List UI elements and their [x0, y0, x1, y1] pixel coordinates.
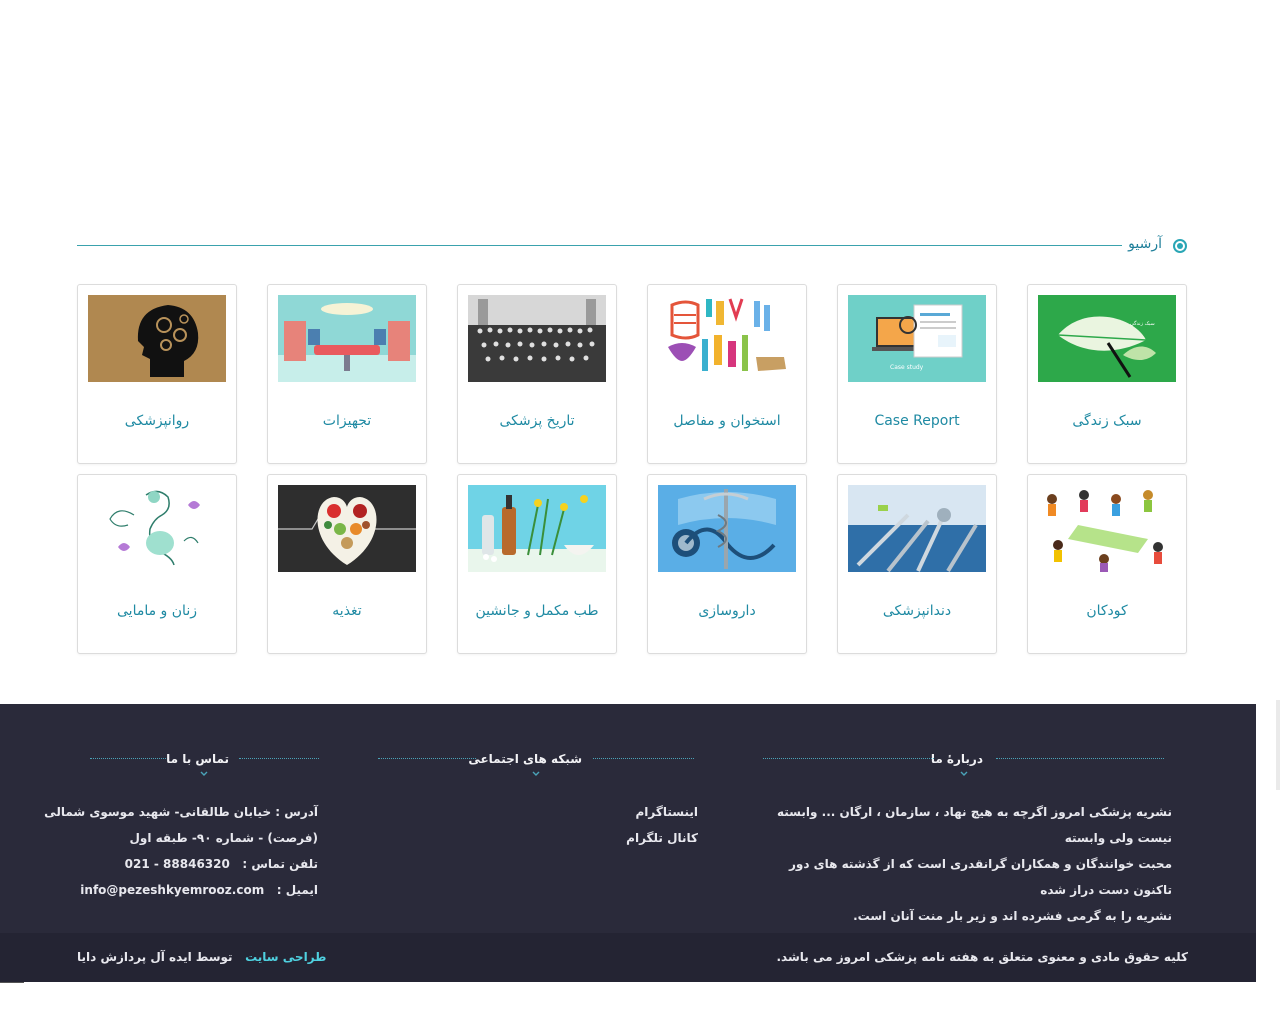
archive-header: آرشیو: [77, 232, 1188, 260]
about-heading-line-right: [996, 758, 1164, 759]
category-label[interactable]: تاریخ پزشکی: [458, 413, 616, 429]
category-card-case-report[interactable]: Case study Case Report: [837, 284, 997, 464]
site-design-link[interactable]: طراحی سایت: [245, 950, 326, 964]
telegram-link[interactable]: کانال تلگرام: [626, 825, 698, 851]
footer-bottom-bar: کلیه حقوق مادی و معنوی متعلق به هفته نام…: [0, 933, 1256, 982]
pregnant-woman-thumbnail[interactable]: [88, 485, 226, 572]
category-card-psychiatry[interactable]: روانپزشکی: [77, 284, 237, 464]
page-edge-line: [0, 982, 24, 983]
contact-heading: تماس با ما: [166, 752, 229, 766]
contact-heading-line: [90, 758, 166, 759]
chevron-down-icon: [200, 771, 208, 776]
category-label[interactable]: تغذیه: [268, 603, 426, 619]
category-label[interactable]: داروسازی: [648, 603, 806, 619]
category-card-lifestyle[interactable]: سبک زندگی سبک زندگی: [1027, 284, 1187, 464]
category-card-complementary-medicine[interactable]: طب مکمل و جانشین: [457, 474, 617, 654]
about-line: نشریه را به گرمی فشرده اند و زیر بار منت…: [853, 909, 1172, 923]
category-label[interactable]: سبک زندگی: [1028, 413, 1186, 429]
address-line: (فرصت) - شماره ۹۰- طبقه اول: [129, 831, 318, 845]
category-label[interactable]: زنان و مامایی: [78, 603, 236, 619]
heart-vegetables-thumbnail[interactable]: [278, 485, 416, 572]
operating-room-thumbnail[interactable]: [278, 295, 416, 382]
category-card-bones[interactable]: استخوان و مفاصل: [647, 284, 807, 464]
category-label[interactable]: روانپزشکی: [78, 413, 236, 429]
herbal-medicine-thumbnail[interactable]: [468, 485, 606, 572]
site-footer: دربارهٔ ما نشریه پزشکی امروز اگرچه به هی…: [0, 704, 1256, 933]
chevron-down-icon: [532, 771, 540, 776]
about-line: نشریه پزشکی امروز اگرچه به هیچ نهاد ، سا…: [777, 805, 1172, 845]
address-line: آدرس : خیابان طالقانی- شهید موسوی شمالی: [44, 805, 318, 819]
social-heading: شبکه های اجتماعی: [468, 752, 582, 766]
category-card-children[interactable]: کودکان: [1027, 474, 1187, 654]
case-study-thumbnail[interactable]: Case study: [848, 295, 986, 382]
category-label[interactable]: دندانپزشکی: [838, 603, 996, 619]
archive-divider: [77, 245, 1122, 246]
bones-thumbnail[interactable]: [658, 295, 796, 382]
target-circle-icon: [1173, 239, 1187, 253]
contact-details: آدرس : خیابان طالقانی- شهید موسوی شمالی …: [44, 799, 318, 903]
category-label[interactable]: طب مکمل و جانشین: [458, 603, 616, 619]
phone-row: تلفن تماس : 021 - 88846320: [44, 851, 318, 877]
gear-head-thumbnail[interactable]: [88, 295, 226, 382]
category-label[interactable]: Case Report: [838, 413, 996, 429]
instagram-link[interactable]: اینستاگرام: [626, 799, 698, 825]
scrollbar-track[interactable]: [1276, 700, 1280, 790]
social-links: اینستاگرام کانال تلگرام: [626, 799, 698, 851]
archive-title[interactable]: آرشیو: [1128, 236, 1162, 252]
about-text: نشریه پزشکی امروز اگرچه به هیچ نهاد ، سا…: [752, 799, 1172, 929]
category-label[interactable]: استخوان و مفاصل: [648, 413, 806, 429]
svg-text:Case study: Case study: [890, 364, 924, 371]
children-thumbnail[interactable]: [1038, 485, 1176, 572]
email-row: ایمیل : info@pezeshkyemrooz.com: [44, 877, 318, 903]
category-card-pharmacy[interactable]: داروسازی: [647, 474, 807, 654]
email-value[interactable]: info@pezeshkyemrooz.com: [80, 883, 264, 897]
email-label: ایمیل :: [276, 883, 318, 897]
design-credit: طراحی سایت توسط ایده آل پردازش دایا: [77, 950, 326, 964]
phone-value[interactable]: 021 - 88846320: [125, 857, 230, 871]
copyright-text: کلیه حقوق مادی و معنوی متعلق به هفته نام…: [776, 950, 1189, 964]
svg-text:سبک زندگی: سبک زندگی: [1130, 320, 1155, 327]
social-heading-line: [378, 758, 476, 759]
category-card-nutrition[interactable]: تغذیه: [267, 474, 427, 654]
category-card-obstetrics[interactable]: زنان و مامایی: [77, 474, 237, 654]
category-label[interactable]: کودکان: [1028, 603, 1186, 619]
chevron-down-icon: [960, 771, 968, 776]
dental-tools-thumbnail[interactable]: [848, 485, 986, 572]
about-line: محبت خوانندگان و همکاران گرانقدری است که…: [788, 857, 1172, 897]
category-card-dentistry[interactable]: دندانپزشکی: [837, 474, 997, 654]
designer-name: توسط ایده آل پردازش دایا: [77, 950, 233, 964]
phone-label: تلفن تماس :: [242, 857, 318, 871]
contact-heading-line-right: [239, 758, 319, 759]
about-heading: دربارهٔ ما: [930, 752, 983, 766]
caduceus-thumbnail[interactable]: [658, 485, 796, 572]
category-card-equipment[interactable]: تجهیزات: [267, 284, 427, 464]
social-heading-line-right: [593, 758, 694, 759]
group-photo-thumbnail[interactable]: [468, 295, 606, 382]
leaf-thumbnail[interactable]: سبک زندگی: [1038, 295, 1176, 382]
about-heading-line: [763, 758, 934, 759]
category-card-medical-history[interactable]: تاریخ پزشکی: [457, 284, 617, 464]
category-label[interactable]: تجهیزات: [268, 413, 426, 429]
